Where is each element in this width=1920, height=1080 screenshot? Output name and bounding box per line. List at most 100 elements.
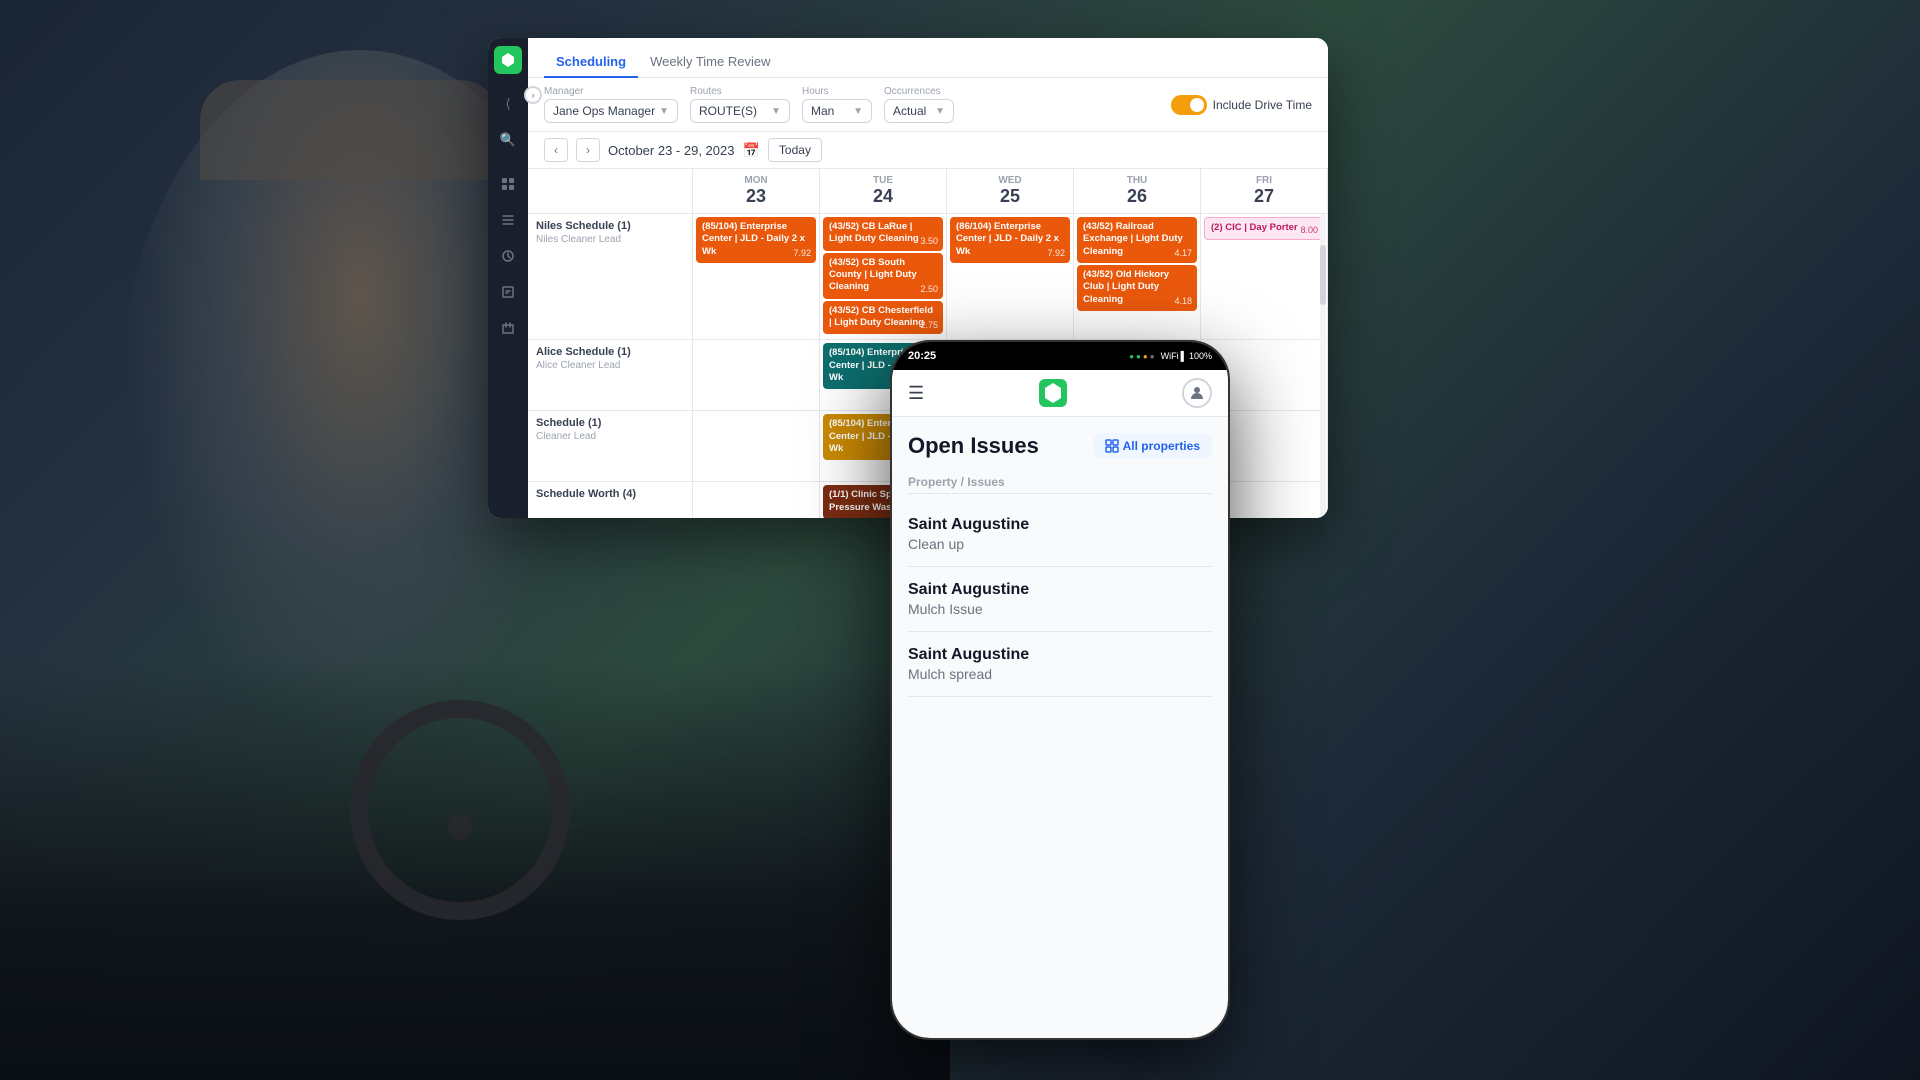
event-card[interactable]: (86/104) Enterprise Center | JLD - Daily… xyxy=(950,217,1070,263)
property-issues-header: Property / Issues xyxy=(908,475,1212,494)
header-spacer xyxy=(528,169,693,213)
sidebar: ⟨ 🔍 xyxy=(488,38,528,518)
row-header-2: Schedule (1) Cleaner Lead xyxy=(528,411,693,481)
dot-2: ● xyxy=(1136,352,1141,361)
list-item[interactable]: Saint Augustine Mulch Issue xyxy=(908,567,1212,632)
open-issues-header: Open Issues All properties xyxy=(908,433,1212,459)
drive-time-toggle-container: Include Drive Time xyxy=(1171,95,1312,115)
manager-filter: Manager Jane Ops Manager ▼ xyxy=(544,86,678,123)
battery-percent: 100% xyxy=(1189,351,1212,361)
table-row: Niles Schedule (1) Niles Cleaner Lead (8… xyxy=(528,214,1328,340)
routes-chevron: ▼ xyxy=(771,106,781,117)
cell-1-mon xyxy=(693,340,820,410)
cell-2-mon xyxy=(693,411,820,481)
scrollbar[interactable] xyxy=(1320,214,1326,518)
issue-property-2: Saint Augustine xyxy=(908,581,1212,599)
phone-status-bar: 20:25 ● ● ● ● WiFi ▌ 100% xyxy=(892,342,1228,370)
signal-icon: ▌ xyxy=(1181,351,1187,361)
occurrences-filter: Occurrences Actual ▼ xyxy=(884,86,954,123)
routes-label: Routes xyxy=(690,86,790,97)
calendar-icon[interactable]: 📅 xyxy=(742,142,759,159)
date-range: October 23 - 29, 2023 xyxy=(608,143,734,158)
dot-3: ● xyxy=(1143,352,1148,361)
calendar-prev[interactable]: ‹ xyxy=(544,138,568,162)
list-item[interactable]: Saint Augustine Clean up xyxy=(908,502,1212,567)
open-issues-title: Open Issues xyxy=(908,433,1039,459)
occurrences-chevron: ▼ xyxy=(935,106,945,117)
hours-select[interactable]: Man ▼ xyxy=(802,99,872,123)
all-properties-label: All properties xyxy=(1123,439,1200,453)
mobile-phone: 20:25 ● ● ● ● WiFi ▌ 100% ☰ xyxy=(890,340,1230,1040)
day-header-fri: FRI 27 xyxy=(1201,169,1328,213)
day-header-tue: TUE 24 xyxy=(820,169,947,213)
cell-0-wed: (86/104) Enterprise Center | JLD - Daily… xyxy=(947,214,1074,339)
issue-desc-2: Mulch Issue xyxy=(908,601,1212,617)
day-cells-0: (85/104) Enterprise Center | JLD - Daily… xyxy=(693,214,1328,339)
app-logo xyxy=(494,46,522,74)
sidebar-icon-expand[interactable]: ⟨ xyxy=(494,90,522,118)
sidebar-icon-nav2[interactable] xyxy=(494,206,522,234)
phone-frame: 20:25 ● ● ● ● WiFi ▌ 100% ☰ xyxy=(890,340,1230,1040)
calendar-next[interactable]: › xyxy=(576,138,600,162)
sidebar-icon-nav5[interactable] xyxy=(494,314,522,342)
dot-1: ● xyxy=(1129,352,1134,361)
issue-property-1: Saint Augustine xyxy=(908,516,1212,534)
event-card[interactable]: (85/104) Enterprise Center | JLD - Daily… xyxy=(696,217,816,263)
phone-screen: 20:25 ● ● ● ● WiFi ▌ 100% ☰ xyxy=(892,342,1228,1038)
occurrences-select[interactable]: Actual ▼ xyxy=(884,99,954,123)
all-properties-button[interactable]: All properties xyxy=(1093,433,1212,459)
event-card[interactable]: (43/52) CB Chesterfield | Light Duty Cle… xyxy=(823,301,943,335)
phone-app-header: ☰ xyxy=(892,370,1228,417)
tab-weekly-time[interactable]: Weekly Time Review xyxy=(638,46,782,77)
manager-chevron: ▼ xyxy=(659,106,669,117)
status-time: 20:25 xyxy=(908,350,936,362)
filter-bar: Manager Jane Ops Manager ▼ Routes ROUTE(… xyxy=(528,78,1328,132)
cell-0-mon: (85/104) Enterprise Center | JLD - Daily… xyxy=(693,214,820,339)
occurrences-label: Occurrences xyxy=(884,86,954,97)
issue-desc-3: Mulch spread xyxy=(908,666,1212,682)
phone-app-logo xyxy=(1039,379,1067,407)
sidebar-icon-search[interactable]: 🔍 xyxy=(494,126,522,154)
sidebar-icon-nav4[interactable] xyxy=(494,278,522,306)
issue-property-3: Saint Augustine xyxy=(908,646,1212,664)
tab-scheduling[interactable]: Scheduling xyxy=(544,46,638,77)
sidebar-icon-nav3[interactable] xyxy=(494,242,522,270)
row-header-1: Alice Schedule (1) Alice Cleaner Lead xyxy=(528,340,693,410)
day-header-wed: WED 25 xyxy=(947,169,1074,213)
event-card[interactable]: (43/52) Railroad Exchange | Light Duty C… xyxy=(1077,217,1197,263)
event-card[interactable]: (2) CIC | Day Porter 8.00 xyxy=(1204,217,1324,240)
day-header-thu: THU 26 xyxy=(1074,169,1201,213)
user-profile-icon[interactable] xyxy=(1182,378,1212,408)
calendar-nav: ‹ › October 23 - 29, 2023 📅 Today xyxy=(528,132,1328,169)
list-item[interactable]: Saint Augustine Mulch spread xyxy=(908,632,1212,697)
cell-0-thu: (43/52) Railroad Exchange | Light Duty C… xyxy=(1074,214,1201,339)
manager-label: Manager xyxy=(544,86,678,97)
hours-label: Hours xyxy=(802,86,872,97)
event-card[interactable]: (43/52) Old Hickory Club | Light Duty Cl… xyxy=(1077,265,1197,311)
day-headers: MON 23 TUE 24 WED 25 THU 26 FRI 27 xyxy=(528,169,1328,214)
drive-time-label: Include Drive Time xyxy=(1213,98,1312,112)
cell-0-fri: (2) CIC | Day Porter 8.00 xyxy=(1201,214,1328,339)
routes-filter: Routes ROUTE(S) ▼ xyxy=(690,86,790,123)
wifi-icon: WiFi xyxy=(1161,351,1179,361)
event-card[interactable]: (43/52) CB LaRue | Light Duty Cleaning 3… xyxy=(823,217,943,251)
event-card[interactable]: (43/52) CB South County | Light Duty Cle… xyxy=(823,253,943,299)
scroll-thumb xyxy=(1320,245,1326,305)
routes-select[interactable]: ROUTE(S) ▼ xyxy=(690,99,790,123)
phone-main-content: Open Issues All properties Property / Is… xyxy=(892,417,1228,713)
dot-4: ● xyxy=(1150,352,1155,361)
drive-time-toggle[interactable] xyxy=(1171,95,1207,115)
hamburger-menu[interactable]: ☰ xyxy=(908,383,924,404)
manager-select[interactable]: Jane Ops Manager ▼ xyxy=(544,99,678,123)
row-header-3: Schedule Worth (4) xyxy=(528,482,693,518)
today-button[interactable]: Today xyxy=(768,138,822,162)
day-header-mon: MON 23 xyxy=(693,169,820,213)
issue-desc-1: Clean up xyxy=(908,536,1212,552)
hours-filter: Hours Man ▼ xyxy=(802,86,872,123)
sidebar-toggle[interactable]: › xyxy=(524,86,542,104)
cell-0-tue: (43/52) CB LaRue | Light Duty Cleaning 3… xyxy=(820,214,947,339)
hours-chevron: ▼ xyxy=(853,106,863,117)
sidebar-icon-nav1[interactable] xyxy=(494,170,522,198)
cell-3-mon xyxy=(693,482,820,518)
tabs-bar: Scheduling Weekly Time Review xyxy=(528,38,1328,78)
